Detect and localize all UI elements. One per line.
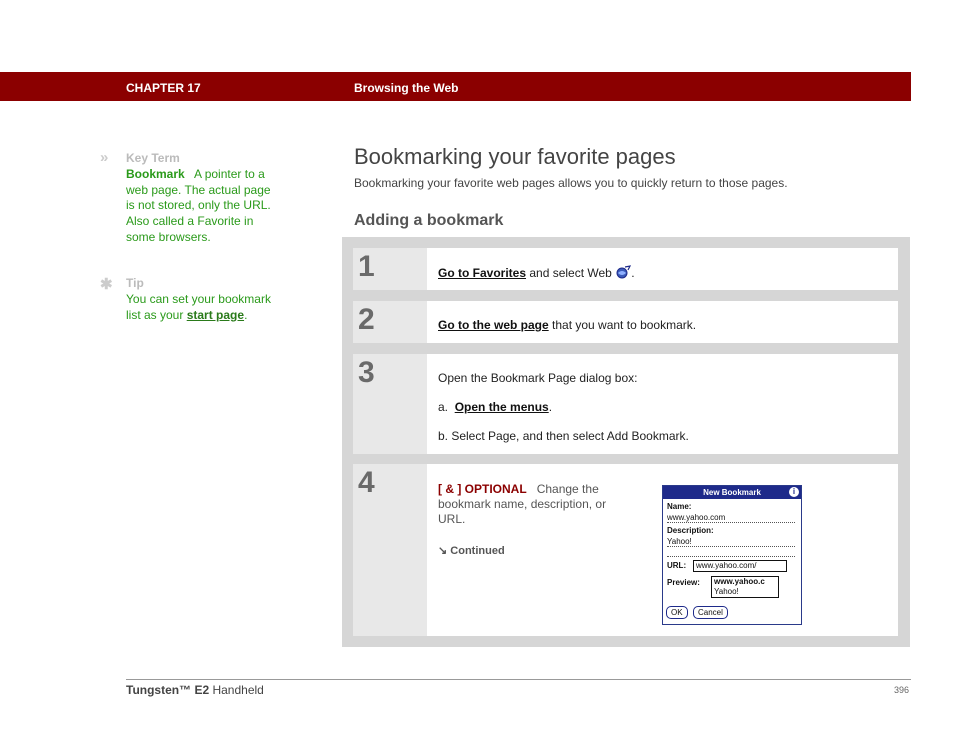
tip-heading: Tip: [126, 276, 144, 290]
step-number: 3: [358, 356, 375, 389]
go-to-web-page-link[interactable]: Go to the web page: [438, 318, 549, 332]
key-term-heading: Key Term: [126, 151, 180, 165]
step-number: 1: [358, 250, 375, 283]
ok-button[interactable]: OK: [666, 606, 688, 619]
preview-label: Preview:: [667, 578, 700, 587]
footer-divider: [126, 679, 911, 680]
optional-text: [ & ] OPTIONAL Change the bookmark name,…: [438, 482, 607, 526]
step-1: 1 Go to Favorites and select Web .: [353, 248, 898, 290]
start-page-link[interactable]: start page: [187, 308, 244, 322]
name-label: Name:: [667, 502, 692, 511]
page-number: 396: [894, 685, 910, 695]
description-label: Description:: [667, 526, 714, 535]
continued-label: ↘ Continued: [438, 545, 505, 557]
chapter-label: CHAPTER 17: [126, 81, 201, 95]
step-number: 2: [358, 303, 375, 336]
step-3-text: Open the Bookmark Page dialog box:: [438, 371, 638, 385]
optional-tag: [ & ] OPTIONAL: [438, 482, 527, 496]
url-field[interactable]: www.yahoo.com/: [693, 560, 787, 572]
chapter-header-bar: CHAPTER 17 Browsing the Web: [0, 72, 911, 101]
open-menus-link[interactable]: Open the menus: [455, 400, 549, 414]
double-chevron-icon: »: [100, 149, 109, 166]
go-to-favorites-link[interactable]: Go to Favorites: [438, 266, 526, 280]
section-label: Browsing the Web: [354, 81, 459, 95]
preview-box: www.yahoo.c Yahoo!: [711, 576, 779, 598]
intro-paragraph: Bookmarking your favorite web pages allo…: [354, 176, 788, 190]
continued-arrow-icon: ↘: [438, 545, 448, 557]
web-browser-icon: [616, 265, 632, 279]
step-number: 4: [358, 466, 375, 499]
footer-product: Tungsten™ E2 Handheld: [126, 683, 264, 697]
name-field[interactable]: www.yahoo.com: [667, 513, 725, 522]
new-bookmark-dialog: New Bookmark i Name: www.yahoo.com Descr…: [662, 485, 802, 625]
step-2: 2 Go to the web page that you want to bo…: [353, 301, 898, 343]
url-label: URL:: [667, 561, 687, 570]
page-title: Bookmarking your favorite pages: [354, 144, 676, 169]
key-term-word: Bookmark: [126, 167, 185, 181]
step-3: 3 Open the Bookmark Page dialog box: a. …: [353, 354, 898, 454]
description-field[interactable]: Yahoo!: [667, 537, 692, 546]
step-3-sub-b: b. Select Page, and then select Add Book…: [438, 429, 689, 443]
steps-container: 1 Go to Favorites and select Web . 2 Go …: [342, 237, 910, 647]
dialog-title: New Bookmark: [663, 486, 801, 499]
step-4: 4 [ & ] OPTIONAL Change the bookmark nam…: [353, 464, 898, 636]
cancel-button[interactable]: Cancel: [693, 606, 728, 619]
name-underline: [667, 522, 795, 523]
asterisk-icon: ✱: [100, 276, 113, 293]
tip-text: You can set your bookmark list as your s…: [126, 292, 271, 322]
info-icon[interactable]: i: [789, 487, 799, 497]
key-term-text: Bookmark A pointer to a web page. The ac…: [126, 167, 274, 246]
section-subtitle: Adding a bookmark: [354, 212, 504, 229]
